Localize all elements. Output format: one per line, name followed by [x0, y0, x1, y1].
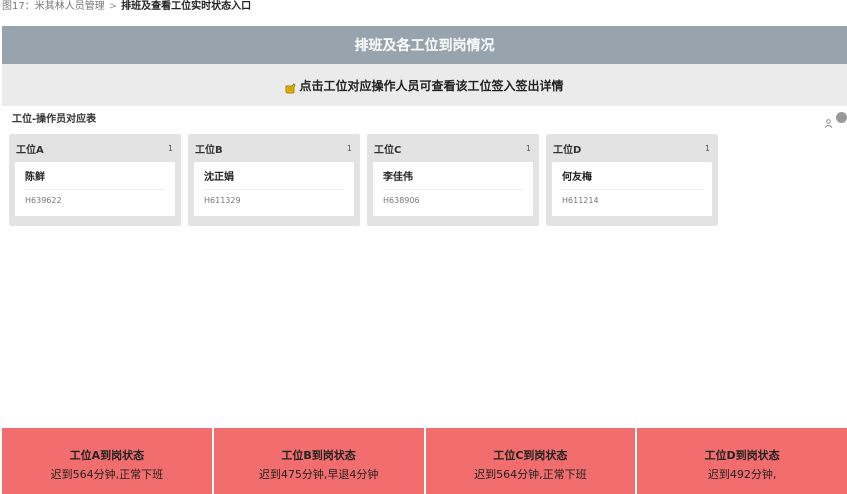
operator-name: 陈鲜: [25, 168, 165, 190]
station-name: 工位A: [16, 144, 44, 156]
hint-text: 点击工位对应操作人员可查看该工位签入签出详情: [299, 78, 564, 93]
station-header: 工位D 1: [552, 140, 712, 156]
station-header: 工位C 1: [373, 140, 533, 156]
status-detail: 迟到564分钟,正常下班: [474, 467, 587, 481]
station-card-d: 工位D 1 何友梅 H611214: [546, 134, 718, 226]
operator-name: 李佳伟: [383, 168, 523, 190]
status-card-d[interactable]: 工位D到岗状态 迟到492分钟,: [637, 428, 847, 494]
operator-id: H639622: [25, 196, 62, 205]
status-title: 工位A到岗状态: [69, 448, 145, 462]
operator-id: H611329: [204, 196, 241, 205]
hand-pointer-icon: [285, 79, 296, 94]
hint-bar: 点击工位对应操作人员可查看该工位签入签出详情: [2, 64, 847, 106]
status-title: 工位D到岗状态: [704, 448, 780, 462]
status-bar: 工位A到岗状态 迟到564分钟,正常下班 工位B到岗状态 迟到475分钟,早退4…: [2, 428, 847, 494]
page-header: 排班及各工位到岗情况: [2, 26, 847, 64]
operator-name: 沈正娟: [204, 168, 344, 190]
station-operator-panel: 工位-操作员对应表 工位A 1 陈鲜 H639622 工位B 1 沈正娟 H61…: [2, 106, 847, 426]
status-card-b[interactable]: 工位B到岗状态 迟到475分钟,早退4分钟: [213, 428, 424, 494]
person-icon[interactable]: [824, 113, 833, 128]
section-tools: [824, 111, 847, 128]
section-header: 工位-操作员对应表: [2, 106, 847, 128]
station-list: 工位A 1 陈鲜 H639622 工位B 1 沈正娟 H611329 工位C 1: [9, 134, 718, 226]
status-title: 工位B到岗状态: [281, 448, 356, 462]
operator-id: H638906: [383, 196, 420, 205]
station-count: 1: [525, 143, 531, 153]
status-detail: 迟到475分钟,早退4分钟: [258, 467, 379, 481]
operator-card[interactable]: 李佳伟 H638906: [373, 162, 533, 216]
operator-card[interactable]: 沈正娟 H611329: [194, 162, 354, 216]
breadcrumb-separator: >: [108, 1, 118, 12]
station-name: 工位B: [195, 144, 223, 156]
page-title: 排班及各工位到岗情况: [354, 38, 495, 54]
station-count: 1: [167, 143, 173, 153]
station-card-b: 工位B 1 沈正娟 H611329: [188, 134, 360, 226]
station-name: 工位C: [374, 144, 402, 156]
station-count: 1: [704, 143, 710, 153]
status-detail: 迟到564分钟,正常下班: [50, 467, 164, 481]
operator-card[interactable]: 陈鲜 H639622: [15, 162, 175, 216]
station-name: 工位D: [553, 144, 582, 156]
more-options-icon[interactable]: [836, 111, 847, 123]
status-title: 工位C到岗状态: [493, 448, 568, 462]
breadcrumb-current: 排班及查看工位实时状态入口: [121, 1, 252, 12]
operator-id: H611214: [562, 196, 599, 205]
status-detail: 迟到492分钟,: [707, 467, 777, 481]
station-header: 工位B 1: [194, 140, 354, 156]
operator-name: 何友梅: [562, 168, 702, 190]
breadcrumb-prefix: 图17：: [2, 1, 35, 12]
station-card-c: 工位C 1 李佳伟 H638906: [367, 134, 539, 226]
station-header: 工位A 1: [15, 140, 175, 156]
breadcrumb-parent[interactable]: 米其林人员管理: [35, 1, 105, 12]
status-card-c[interactable]: 工位C到岗状态 迟到564分钟,正常下班: [425, 428, 636, 494]
breadcrumb: 图17：米其林人员管理 > 排班及查看工位实时状态入口: [0, 0, 847, 16]
station-card-a: 工位A 1 陈鲜 H639622: [9, 134, 181, 226]
station-count: 1: [346, 143, 352, 153]
operator-card[interactable]: 何友梅 H611214: [552, 162, 712, 216]
section-title: 工位-操作员对应表: [12, 113, 97, 125]
status-card-a[interactable]: 工位A到岗状态 迟到564分钟,正常下班: [2, 428, 212, 494]
